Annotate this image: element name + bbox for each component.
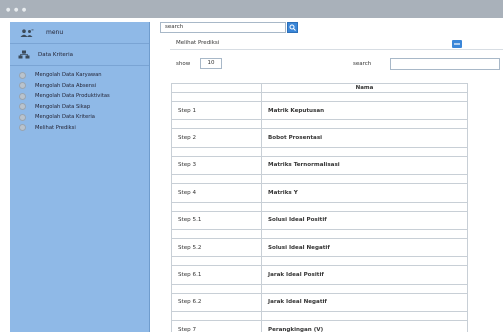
table-spacer-row — [171, 201, 468, 212]
sidebar-section-data-kriteria[interactable]: Data Kriteria — [10, 44, 149, 66]
name-cell[interactable]: Matriks Ternormalisasi — [261, 155, 468, 176]
table-row[interactable]: Step 2 Bobot Prosentasi — [171, 128, 468, 148]
table-spacer-row — [171, 119, 468, 130]
sidebar-menu-header[interactable]: menu — [10, 22, 149, 44]
column-header-step — [171, 83, 262, 93]
sidebar-item-label: Mengolah Data Karyawan — [35, 72, 102, 79]
name-cell[interactable]: Jarak Ideal Negatif — [261, 292, 468, 313]
table-search-label: search — [353, 61, 372, 67]
step-cell: Step 5.1 — [171, 210, 262, 230]
table-row[interactable]: Step 3 Matriks Ternormalisasi — [171, 155, 468, 176]
radio-icon — [19, 113, 26, 121]
dropdown-toggle-button[interactable] — [452, 40, 462, 48]
table-row[interactable]: Step 6.1 Jarak Ideal Positif — [171, 265, 468, 285]
step-cell: Step 2 — [171, 128, 262, 148]
radio-icon — [19, 92, 26, 100]
step-cell: Step 1 — [171, 100, 262, 121]
radio-icon — [19, 103, 26, 111]
window-titlebar: ● ● ● — [0, 0, 503, 18]
sidebar-items: Mengolah Data Karyawan Mengolah Data Abs… — [10, 66, 149, 133]
search-button[interactable] — [287, 22, 298, 33]
radio-icon — [19, 124, 26, 132]
name-cell[interactable]: Matrik Keputusan — [261, 100, 468, 121]
column-header-nama: Nama — [261, 83, 468, 93]
table-spacer-row — [171, 311, 468, 322]
table-spacer-row — [171, 146, 468, 157]
sidebar-item-mengolah-data-kriteria[interactable]: Mengolah Data Kriteria — [10, 112, 149, 123]
sidebar-item-melihat-prediksi[interactable]: Melihat Prediksi — [10, 123, 149, 134]
steps-table: Nama Step 1 Matrik Keputusan Step 2 Bobo… — [171, 83, 468, 332]
show-label: show — [176, 61, 191, 67]
table-row[interactable]: Step 6.2 Jarak Ideal Negatif — [171, 292, 468, 313]
name-cell[interactable]: Jarak Ideal Positif — [261, 265, 468, 285]
hierarchy-icon — [18, 50, 30, 59]
step-cell: Step 6.1 — [171, 265, 262, 285]
window-controls-icon[interactable]: ● ● ● — [6, 7, 27, 13]
sidebar-item-label: Mengolah Data Kriteria — [35, 114, 95, 121]
radio-icon — [19, 82, 26, 90]
step-cell: Step 6.2 — [171, 292, 262, 313]
search-icon — [289, 24, 296, 31]
sidebar: menu Data Kriteria Mengolah Data Karyawa… — [10, 22, 150, 332]
table-row[interactable]: Step 7 Perangkingan (V) — [171, 320, 468, 332]
users-icon — [20, 28, 34, 37]
name-cell[interactable]: Matriks Y — [261, 183, 468, 203]
table-row[interactable]: Step 5.1 Solusi Ideal Positif — [171, 210, 468, 230]
step-cell: Step 7 — [171, 320, 262, 332]
sidebar-item-label: Mengolah Data Absensi — [35, 82, 97, 89]
sidebar-section-label: Data Kriteria — [38, 51, 73, 58]
name-cell[interactable]: Solusi Ideal Positif — [261, 210, 468, 230]
name-cell[interactable]: Perangkingan (V) — [261, 320, 468, 332]
name-cell[interactable]: Solusi Ideal Negatif — [261, 237, 468, 258]
sidebar-item-mengolah-data-karyawan[interactable]: Mengolah Data Karyawan — [10, 70, 149, 81]
table-spacer-row — [171, 174, 468, 185]
minus-icon — [454, 43, 460, 45]
top-search-input[interactable]: search — [160, 22, 286, 33]
table-row[interactable]: Step 1 Matrik Keputusan — [171, 100, 468, 121]
table-spacer-row — [171, 283, 468, 294]
sidebar-menu-label: menu — [46, 29, 64, 36]
step-cell: Step 4 — [171, 183, 262, 203]
main-panel: Melihat Prediksi show 10 search Nama Ste… — [170, 38, 503, 332]
sidebar-item-mengolah-data-sikap[interactable]: Mengolah Data Sikap — [10, 102, 149, 113]
sidebar-item-mengolah-data-produktivitas[interactable]: Mengolah Data Produktivitas — [10, 91, 149, 102]
table-spacer-row — [171, 256, 468, 267]
table-search-input[interactable] — [390, 58, 500, 70]
sidebar-item-mengolah-data-absensi[interactable]: Mengolah Data Absensi — [10, 81, 149, 92]
step-cell: Step 3 — [171, 155, 262, 176]
show-entries-select[interactable]: 10 — [200, 58, 222, 69]
step-cell: Step 5.2 — [171, 237, 262, 258]
table-header-row: Nama — [171, 83, 468, 93]
dropdown-selected-label: Melihat Prediksi — [176, 40, 220, 46]
table-spacer-row — [171, 228, 468, 239]
table-row[interactable]: Step 5.2 Solusi Ideal Negatif — [171, 237, 468, 258]
name-cell[interactable]: Bobot Prosentasi — [261, 128, 468, 148]
table-row[interactable]: Step 4 Matriks Y — [171, 183, 468, 203]
table-spacer-row — [171, 92, 468, 102]
view-dropdown[interactable]: Melihat Prediksi — [170, 38, 503, 50]
sidebar-item-label: Melihat Prediksi — [35, 124, 76, 131]
radio-icon — [19, 71, 26, 79]
sidebar-item-label: Mengolah Data Sikap — [35, 103, 91, 110]
sidebar-item-label: Mengolah Data Produktivitas — [35, 93, 110, 100]
